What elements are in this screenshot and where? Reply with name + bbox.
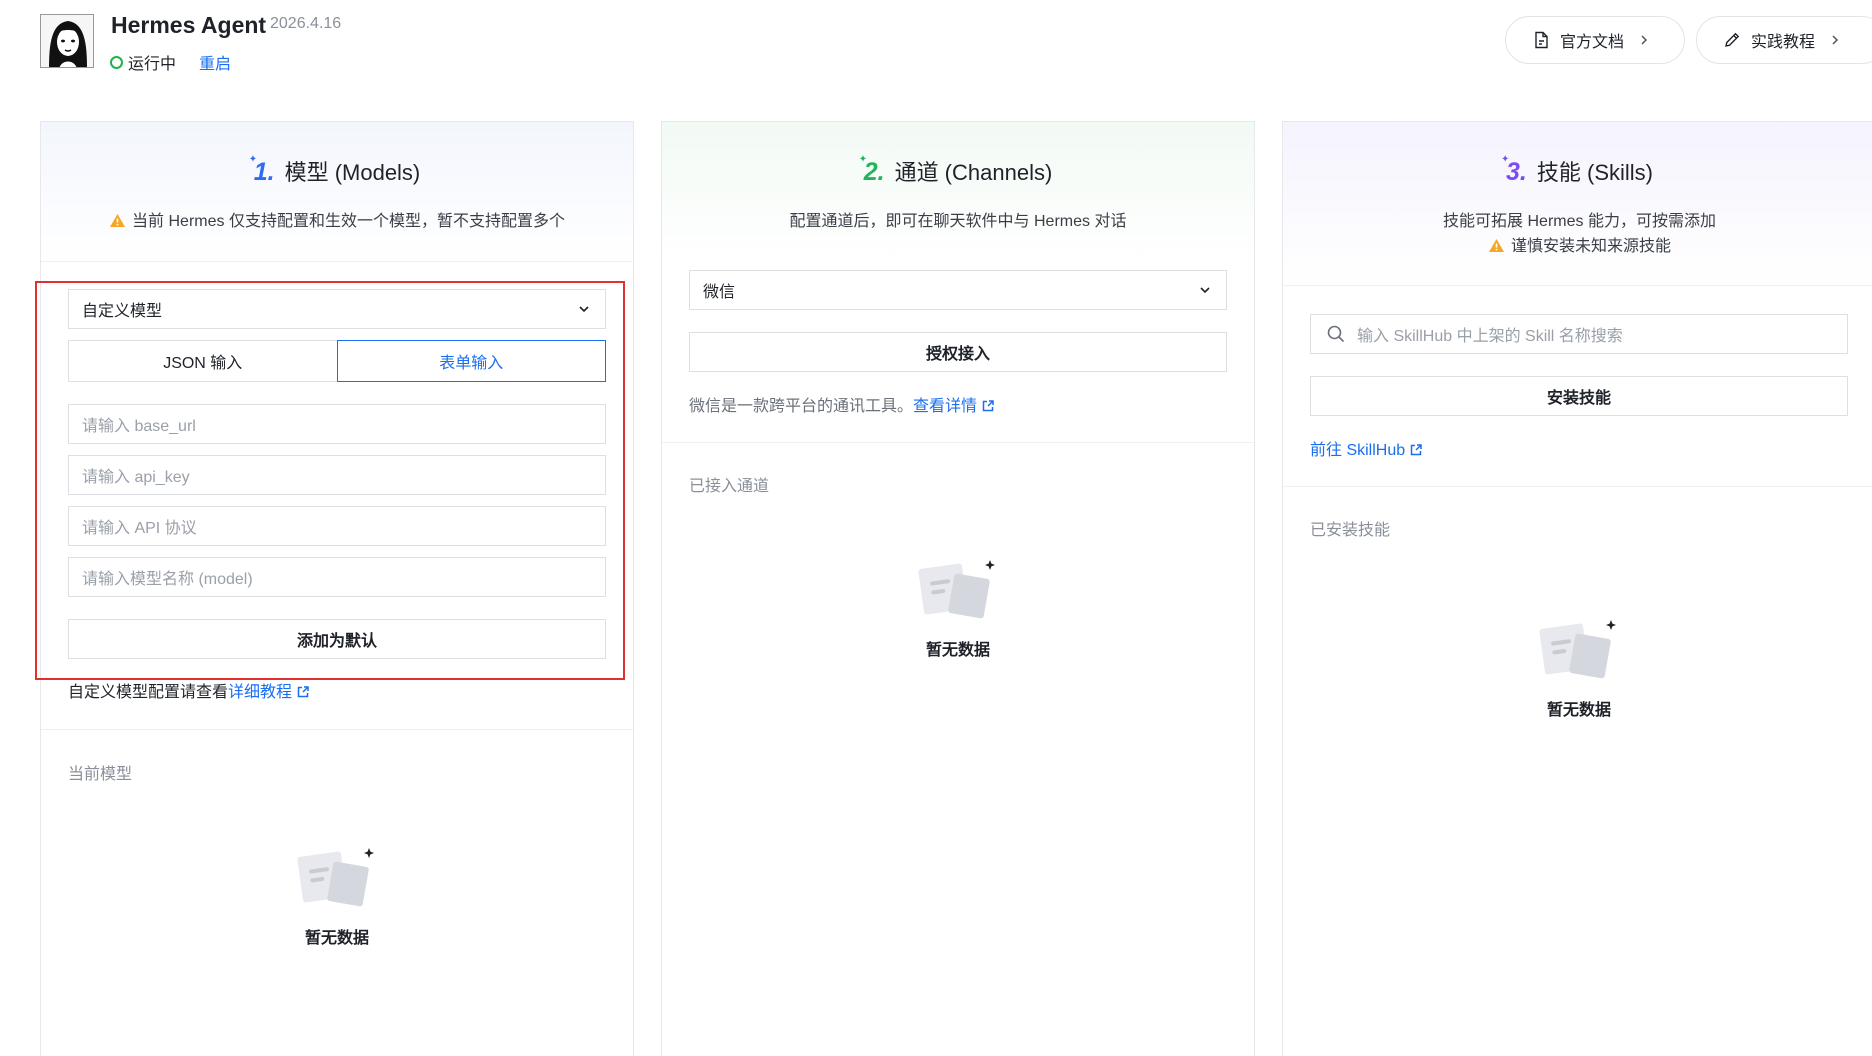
skills-panel-header: ✦ 3. 技能 (Skills) 技能可拓展 Hermes 能力，可按需添加 谨慎安…	[1283, 122, 1872, 286]
external-link-icon	[982, 400, 994, 412]
skills-step-number: ✦ 3.	[1501, 154, 1527, 186]
divider	[1283, 486, 1872, 487]
api-protocol-placeholder: 请输入 API 协议	[82, 520, 197, 537]
chevron-down-icon	[1200, 287, 1210, 294]
input-mode-tabs: JSON 输入 表单输入	[68, 340, 606, 382]
pencil-icon	[1725, 32, 1740, 47]
skillhub-link-text: 前往 SkillHub	[1310, 442, 1406, 459]
models-notice-text: 当前 Hermes 仅支持配置和生效一个模型，暂不支持配置多个	[132, 213, 565, 230]
install-skill-button[interactable]: 安装技能	[1310, 376, 1848, 416]
tutorial-button[interactable]: 实践教程	[1696, 16, 1872, 64]
channel-select-value: 微信	[703, 284, 736, 301]
add-default-button[interactable]: 添加为默认	[68, 619, 606, 659]
channel-select[interactable]: 微信	[689, 270, 1227, 310]
models-panel-header: ✦ 1. 模型 (Models) 当前 Hermes 仅支持配置和生效一个模型，暂不…	[41, 122, 633, 262]
divider	[662, 442, 1254, 443]
restart-link[interactable]: 重启	[199, 50, 231, 74]
current-model-label: 当前模型	[68, 766, 133, 783]
tab-json-input[interactable]: JSON 输入	[68, 340, 338, 382]
skillhub-link[interactable]: 前往 SkillHub	[1310, 436, 1423, 460]
empty-box-icon	[297, 848, 374, 907]
channel-info-text: 微信是一款跨平台的通讯工具。	[689, 398, 914, 415]
document-icon	[1535, 31, 1548, 49]
model-select-value: 自定义模型	[82, 303, 163, 320]
status-dot-icon	[110, 55, 123, 69]
skills-warning: 谨慎安装未知来源技能	[1283, 232, 1872, 256]
channels-panel-header: ✦ 2. 通道 (Channels) 配置通道后，即可在聊天软件中与 Hermes …	[662, 122, 1254, 262]
models-help-text: 自定义模型配置请查看	[68, 684, 229, 701]
empty-state-text: 暂无数据	[304, 930, 369, 947]
models-panel: ✦ 1. 模型 (Models) 当前 Hermes 仅支持配置和生效一个模型，暂不…	[35, 121, 634, 1056]
authorize-button[interactable]: 授权接入	[689, 332, 1227, 372]
skills-title: ✦ 3. 技能 (Skills)	[1501, 154, 1653, 186]
channels-panel: ✦ 2. 通道 (Channels) 配置通道后，即可在聊天软件中与 Hermes …	[661, 121, 1255, 1056]
chevron-right-icon	[1832, 35, 1839, 45]
empty-state-text: 暂无数据	[925, 642, 990, 659]
app-name: Hermes Agent	[111, 12, 267, 38]
model-name-input[interactable]: 请输入模型名称 (model)	[68, 557, 606, 597]
warning-icon	[110, 214, 126, 227]
models-step-number: ✦ 1.	[248, 154, 275, 186]
tab-form-input[interactable]: 表单输入	[336, 340, 606, 382]
app-version: 2026.4.16	[270, 15, 342, 32]
base-url-input[interactable]: 请输入 base_url	[68, 404, 606, 444]
docs-button-label: 官方文档	[1560, 34, 1625, 51]
empty-state-text: 暂无数据	[1546, 702, 1611, 719]
empty-state: 暂无数据	[277, 846, 397, 948]
channels-step-number: ✦ 2.	[858, 154, 885, 186]
agent-avatar	[40, 14, 94, 68]
channels-title: ✦ 2. 通道 (Channels)	[858, 154, 1053, 186]
models-notice: 当前 Hermes 仅支持配置和生效一个模型，暂不支持配置多个	[41, 207, 633, 231]
status-indicator: 运行中	[110, 50, 176, 74]
model-name-placeholder: 请输入模型名称 (model)	[82, 571, 253, 588]
skills-warning-text: 谨慎安装未知来源技能	[1510, 238, 1671, 255]
chevron-down-icon	[579, 306, 589, 313]
status-text: 运行中	[128, 56, 177, 73]
tutorial-link[interactable]: 详细教程	[228, 684, 310, 701]
app-header: Hermes Agent 2026.4.16 运行中 重启 官方文档 实践教程	[0, 0, 1872, 100]
docs-button[interactable]: 官方文档	[1505, 16, 1685, 64]
divider	[41, 729, 633, 730]
empty-box-icon	[1539, 620, 1616, 679]
empty-box-icon	[918, 560, 995, 619]
search-icon	[1327, 325, 1345, 343]
connected-channels-label: 已接入通道	[689, 478, 770, 495]
api-key-input[interactable]: 请输入 api_key	[68, 455, 606, 495]
installed-skills-label: 已安装技能	[1310, 522, 1391, 539]
chevron-right-icon	[1641, 35, 1648, 45]
models-help: 自定义模型配置请查看详细教程	[68, 678, 310, 702]
channels-description: 配置通道后，即可在聊天软件中与 Hermes 对话	[789, 213, 1127, 230]
model-select[interactable]: 自定义模型	[68, 289, 606, 329]
skills-description: 技能可拓展 Hermes 能力，可按需添加	[1443, 213, 1716, 230]
external-link-icon	[1410, 444, 1422, 456]
warning-icon	[1488, 239, 1504, 252]
external-link-icon	[297, 686, 309, 698]
skills-panel: ✦ 3. 技能 (Skills) 技能可拓展 Hermes 能力，可按需添加 谨慎安…	[1282, 121, 1872, 1056]
empty-state: 暂无数据	[898, 558, 1018, 660]
skill-search-input[interactable]: 输入 SkillHub 中上架的 Skill 名称搜索	[1310, 314, 1848, 354]
api-key-placeholder: 请输入 api_key	[82, 469, 190, 486]
tutorial-button-label: 实践教程	[1751, 34, 1816, 51]
channel-details-link[interactable]: 查看详情	[913, 398, 995, 415]
api-protocol-input[interactable]: 请输入 API 协议	[68, 506, 606, 546]
skill-search-placeholder: 输入 SkillHub 中上架的 Skill 名称搜索	[1357, 328, 1623, 345]
base-url-placeholder: 请输入 base_url	[82, 418, 196, 435]
empty-state: 暂无数据	[1519, 618, 1639, 720]
models-title: ✦ 1. 模型 (Models)	[248, 154, 421, 186]
channel-info: 微信是一款跨平台的通讯工具。查看详情	[689, 392, 995, 416]
